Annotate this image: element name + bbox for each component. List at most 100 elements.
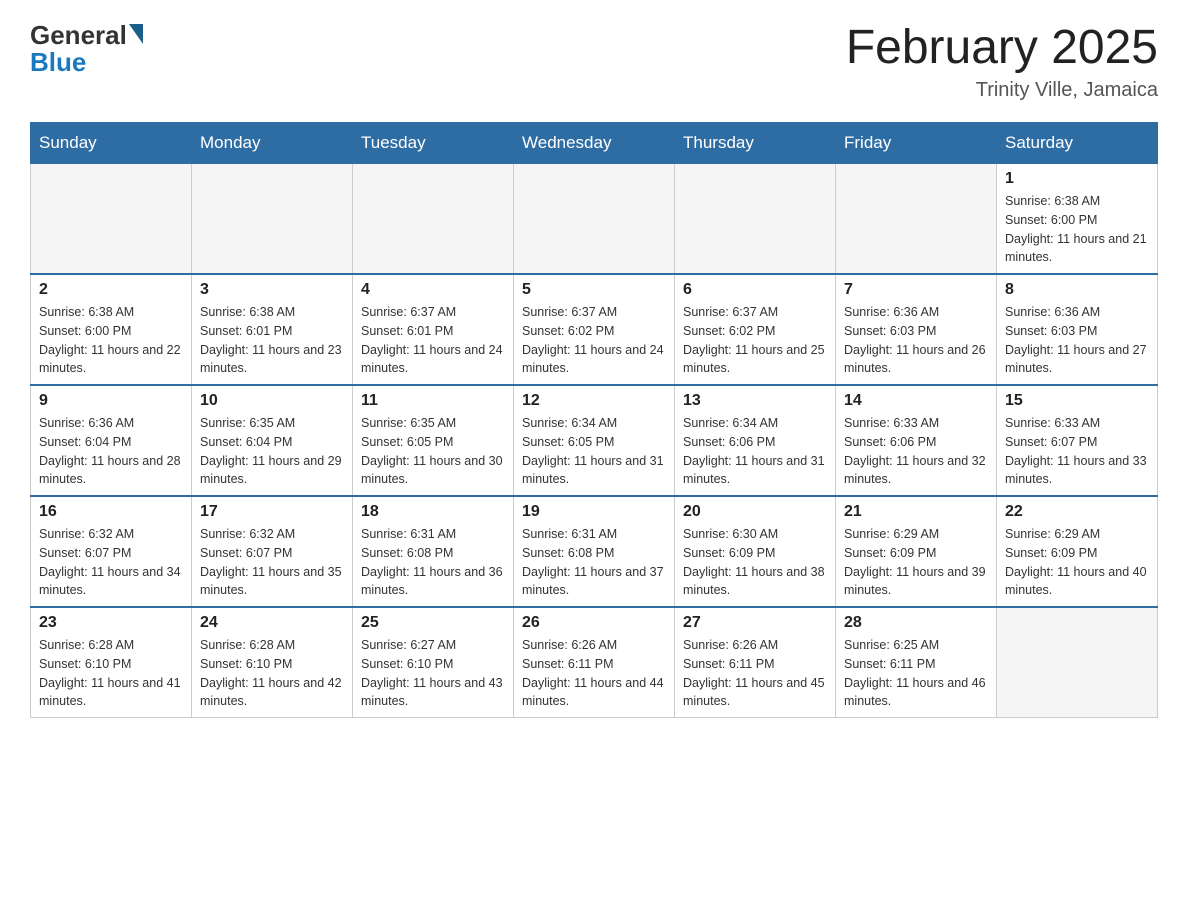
day-number: 14 — [844, 392, 988, 410]
calendar-cell-week1-day0 — [31, 164, 192, 275]
calendar-cell-week1-day1 — [192, 164, 353, 275]
calendar-week-1: 1Sunrise: 6:38 AM Sunset: 6:00 PM Daylig… — [31, 164, 1158, 275]
day-number: 4 — [361, 281, 505, 299]
day-number: 11 — [361, 392, 505, 410]
day-info: Sunrise: 6:29 AM Sunset: 6:09 PM Dayligh… — [844, 525, 988, 600]
calendar-cell-week5-day4: 27Sunrise: 6:26 AM Sunset: 6:11 PM Dayli… — [675, 607, 836, 718]
day-number: 25 — [361, 614, 505, 632]
day-info: Sunrise: 6:27 AM Sunset: 6:10 PM Dayligh… — [361, 636, 505, 711]
logo: General Blue — [30, 20, 143, 78]
calendar-cell-week4-day0: 16 Sunrise: 6:32 AM Sunset: 6:07 PM Dayli… — [31, 496, 192, 607]
day-number: 24 — [200, 614, 344, 632]
day-number: 3 — [200, 281, 344, 299]
day-number: 28 — [844, 614, 988, 632]
day-number: 16 — [39, 503, 183, 521]
calendar-cell-week4-day1: 17 Sunrise: 6:32 AM Sunset: 6:07 PM Dayli… — [192, 496, 353, 607]
day-info: Sunrise: 6:30 AM Sunset: 6:09 PM Dayligh… — [683, 525, 827, 600]
calendar-cell-week4-day5: 21 Sunrise: 6:29 AM Sunset: 6:09 PM Dayli… — [836, 496, 997, 607]
calendar-header-row: SundayMondayTuesdayWednesdayThursdayFrid… — [31, 123, 1158, 164]
calendar-cell-week1-day4 — [675, 164, 836, 275]
day-number: 22 — [1005, 503, 1149, 521]
calendar-cell-week4-day3: 19 Sunrise: 6:31 AM Sunset: 6:08 PM Dayli… — [514, 496, 675, 607]
calendar-week-5: 23 Sunrise: 6:28 AM Sunset: 6:10 PM Dayli… — [31, 607, 1158, 718]
day-info: Sunrise: 6:26 AM Sunset: 6:11 PM Dayligh… — [683, 636, 827, 711]
day-number: 10 — [200, 392, 344, 410]
calendar-cell-week1-day2 — [353, 164, 514, 275]
day-number: 20 — [683, 503, 827, 521]
calendar-cell-week3-day2: 11 Sunrise: 6:35 AM Sunset: 6:05 PM Dayli… — [353, 385, 514, 496]
day-info: Sunrise: 6:31 AM Sunset: 6:08 PM Dayligh… — [361, 525, 505, 600]
calendar-cell-week5-day1: 24Sunrise: 6:28 AM Sunset: 6:10 PM Dayli… — [192, 607, 353, 718]
calendar-cell-week4-day2: 18 Sunrise: 6:31 AM Sunset: 6:08 PM Dayli… — [353, 496, 514, 607]
calendar-cell-week3-day5: 14 Sunrise: 6:33 AM Sunset: 6:06 PM Dayli… — [836, 385, 997, 496]
day-info: Sunrise: 6:38 AM Sunset: 6:00 PM Dayligh… — [39, 303, 183, 378]
day-info: Sunrise: 6:35 AM Sunset: 6:04 PM Dayligh… — [200, 414, 344, 489]
calendar-cell-week1-day3 — [514, 164, 675, 275]
day-info: Sunrise: 6:36 AM Sunset: 6:03 PM Dayligh… — [844, 303, 988, 378]
calendar-cell-week3-day4: 13 Sunrise: 6:34 AM Sunset: 6:06 PM Dayli… — [675, 385, 836, 496]
calendar-cell-week5-day2: 25 Sunrise: 6:27 AM Sunset: 6:10 PM Dayli… — [353, 607, 514, 718]
day-number: 21 — [844, 503, 988, 521]
calendar-week-2: 2 Sunrise: 6:38 AM Sunset: 6:00 PM Daylig… — [31, 274, 1158, 385]
day-info: Sunrise: 6:35 AM Sunset: 6:05 PM Dayligh… — [361, 414, 505, 489]
page-header: General Blue February 2025 Trinity Ville… — [30, 20, 1158, 102]
day-number: 12 — [522, 392, 666, 410]
calendar-cell-week1-day5 — [836, 164, 997, 275]
day-info: Sunrise: 6:31 AM Sunset: 6:08 PM Dayligh… — [522, 525, 666, 600]
calendar-header-saturday: Saturday — [997, 123, 1158, 164]
logo-triangle-icon — [129, 24, 143, 44]
calendar-cell-week5-day6 — [997, 607, 1158, 718]
day-number: 7 — [844, 281, 988, 299]
logo-blue-text: Blue — [30, 47, 86, 78]
calendar-cell-week2-day5: 7 Sunrise: 6:36 AM Sunset: 6:03 PM Daylig… — [836, 274, 997, 385]
day-number: 17 — [200, 503, 344, 521]
calendar-week-4: 16 Sunrise: 6:32 AM Sunset: 6:07 PM Dayli… — [31, 496, 1158, 607]
day-number: 8 — [1005, 281, 1149, 299]
day-info: Sunrise: 6:38 AM Sunset: 6:00 PM Dayligh… — [1005, 192, 1149, 267]
calendar-cell-week3-day6: 15 Sunrise: 6:33 AM Sunset: 6:07 PM Dayli… — [997, 385, 1158, 496]
day-number: 18 — [361, 503, 505, 521]
calendar-cell-week2-day3: 5Sunrise: 6:37 AM Sunset: 6:02 PM Daylig… — [514, 274, 675, 385]
day-info: Sunrise: 6:38 AM Sunset: 6:01 PM Dayligh… — [200, 303, 344, 378]
calendar-cell-week3-day0: 9 Sunrise: 6:36 AM Sunset: 6:04 PM Daylig… — [31, 385, 192, 496]
day-info: Sunrise: 6:36 AM Sunset: 6:04 PM Dayligh… — [39, 414, 183, 489]
calendar-cell-week3-day3: 12 Sunrise: 6:34 AM Sunset: 6:05 PM Dayli… — [514, 385, 675, 496]
calendar-table: SundayMondayTuesdayWednesdayThursdayFrid… — [30, 122, 1158, 718]
calendar-header-friday: Friday — [836, 123, 997, 164]
day-info: Sunrise: 6:25 AM Sunset: 6:11 PM Dayligh… — [844, 636, 988, 711]
day-number: 2 — [39, 281, 183, 299]
calendar-cell-week1-day6: 1Sunrise: 6:38 AM Sunset: 6:00 PM Daylig… — [997, 164, 1158, 275]
month-title: February 2025 — [846, 20, 1158, 75]
day-info: Sunrise: 6:32 AM Sunset: 6:07 PM Dayligh… — [39, 525, 183, 600]
day-info: Sunrise: 6:33 AM Sunset: 6:06 PM Dayligh… — [844, 414, 988, 489]
calendar-cell-week2-day1: 3 Sunrise: 6:38 AM Sunset: 6:01 PM Daylig… — [192, 274, 353, 385]
day-info: Sunrise: 6:32 AM Sunset: 6:07 PM Dayligh… — [200, 525, 344, 600]
day-number: 9 — [39, 392, 183, 410]
day-info: Sunrise: 6:34 AM Sunset: 6:06 PM Dayligh… — [683, 414, 827, 489]
calendar-cell-week5-day3: 26Sunrise: 6:26 AM Sunset: 6:11 PM Dayli… — [514, 607, 675, 718]
calendar-cell-week2-day2: 4 Sunrise: 6:37 AM Sunset: 6:01 PM Daylig… — [353, 274, 514, 385]
day-info: Sunrise: 6:33 AM Sunset: 6:07 PM Dayligh… — [1005, 414, 1149, 489]
calendar-header-monday: Monday — [192, 123, 353, 164]
calendar-header-wednesday: Wednesday — [514, 123, 675, 164]
day-info: Sunrise: 6:29 AM Sunset: 6:09 PM Dayligh… — [1005, 525, 1149, 600]
day-info: Sunrise: 6:28 AM Sunset: 6:10 PM Dayligh… — [39, 636, 183, 711]
calendar-cell-week4-day6: 22 Sunrise: 6:29 AM Sunset: 6:09 PM Dayli… — [997, 496, 1158, 607]
day-info: Sunrise: 6:37 AM Sunset: 6:02 PM Dayligh… — [683, 303, 827, 378]
day-number: 13 — [683, 392, 827, 410]
day-number: 23 — [39, 614, 183, 632]
calendar-week-3: 9 Sunrise: 6:36 AM Sunset: 6:04 PM Daylig… — [31, 385, 1158, 496]
day-number: 26 — [522, 614, 666, 632]
day-number: 19 — [522, 503, 666, 521]
calendar-header-thursday: Thursday — [675, 123, 836, 164]
calendar-cell-week2-day6: 8Sunrise: 6:36 AM Sunset: 6:03 PM Daylig… — [997, 274, 1158, 385]
calendar-cell-week2-day4: 6 Sunrise: 6:37 AM Sunset: 6:02 PM Daylig… — [675, 274, 836, 385]
day-info: Sunrise: 6:37 AM Sunset: 6:01 PM Dayligh… — [361, 303, 505, 378]
day-info: Sunrise: 6:34 AM Sunset: 6:05 PM Dayligh… — [522, 414, 666, 489]
day-number: 6 — [683, 281, 827, 299]
calendar-cell-week4-day4: 20 Sunrise: 6:30 AM Sunset: 6:09 PM Dayli… — [675, 496, 836, 607]
day-number: 15 — [1005, 392, 1149, 410]
calendar-header-tuesday: Tuesday — [353, 123, 514, 164]
calendar-cell-week5-day0: 23 Sunrise: 6:28 AM Sunset: 6:10 PM Dayli… — [31, 607, 192, 718]
location-label: Trinity Ville, Jamaica — [846, 79, 1158, 102]
